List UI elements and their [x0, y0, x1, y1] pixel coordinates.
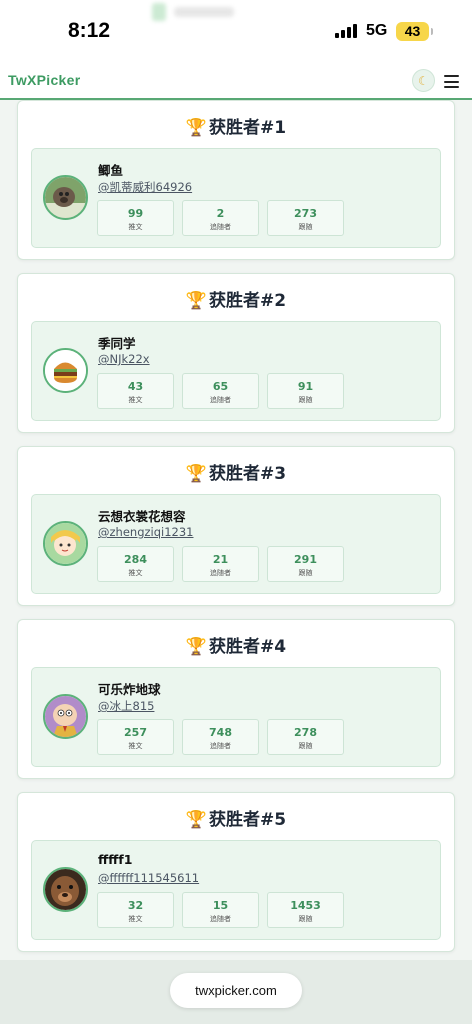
- winner-title: 🏆 获胜者#4: [185, 637, 287, 657]
- avatar[interactable]: [43, 175, 88, 220]
- stat-following: 291 跟随: [267, 546, 344, 582]
- stat-followers: 748 追随者: [182, 719, 259, 755]
- winner-card: 🏆 获胜者#1 鲫鱼 @凯蒂威利64926 99 推文 2 追随者 273 跟随: [17, 100, 455, 260]
- user-handle-link[interactable]: @NJk22x: [98, 352, 150, 366]
- trophy-icon: 🏆: [185, 464, 208, 484]
- stat-following: 278 跟随: [267, 719, 344, 755]
- avatar[interactable]: [43, 521, 88, 566]
- winner-title: 🏆 获胜者#3: [185, 464, 287, 484]
- trophy-icon: 🏆: [185, 637, 208, 657]
- winner-card: 🏆 获胜者#5 fffff1 @ffffff111545611 32 推文 15 追随…: [17, 792, 455, 952]
- username: 季同学: [98, 336, 136, 351]
- notification-indicator: [152, 2, 242, 22]
- winner-title: 🏆 获胜者#2: [185, 291, 287, 311]
- username: 云想衣裳花想容: [98, 509, 186, 524]
- avatar[interactable]: [43, 694, 88, 739]
- winner-title: 🏆 获胜者#5: [185, 810, 287, 830]
- trophy-icon: 🏆: [185, 291, 208, 311]
- winner-profile: fffff1 @ffffff111545611 32 推文 15 追随者 1453 跟…: [31, 840, 441, 940]
- moon-icon[interactable]: ☾: [412, 69, 435, 92]
- stat-tweets: 99 推文: [97, 200, 174, 236]
- stat-tweets: 257 推文: [97, 719, 174, 755]
- winner-title: 🏆 获胜者#1: [185, 118, 287, 138]
- navbar: TwXPicker ☾: [0, 62, 472, 100]
- user-handle-link[interactable]: @zhengziqi1231: [98, 525, 193, 539]
- status-bar: 8:12 5G 43: [0, 0, 472, 62]
- signal-icon: [335, 24, 357, 38]
- winner-profile: 云想衣裳花想容 @zhengziqi1231 284 推文 21 追随者 291 跟随: [31, 494, 441, 594]
- status-time: 8:12: [68, 19, 111, 42]
- browser-bottom-bar: twxpicker.com: [0, 960, 472, 1024]
- trophy-icon: 🏆: [185, 118, 208, 138]
- avatar[interactable]: [43, 348, 88, 393]
- stat-followers: 65 追随者: [182, 373, 259, 409]
- stat-followers: 2 追随者: [182, 200, 259, 236]
- brand-logo[interactable]: TwXPicker: [8, 72, 80, 88]
- username: 可乐炸地球: [98, 682, 161, 697]
- hamburger-menu-icon[interactable]: [444, 75, 459, 88]
- user-handle-link[interactable]: @凯蒂威利64926: [98, 179, 192, 195]
- stat-tweets: 284 推文: [97, 546, 174, 582]
- user-handle-link[interactable]: @ffffff111545611: [98, 871, 199, 885]
- winner-profile: 鲫鱼 @凯蒂威利64926 99 推文 2 追随者 273 跟随: [31, 148, 441, 248]
- stat-followers: 21 追随者: [182, 546, 259, 582]
- winner-profile: 季同学 @NJk22x 43 推文 65 追随者 91 跟随: [31, 321, 441, 421]
- avatar[interactable]: [43, 867, 88, 912]
- stat-following: 1453 跟随: [267, 892, 344, 928]
- winners-list: 🏆 获胜者#1 鲫鱼 @凯蒂威利64926 99 推文 2 追随者 273 跟随 🏆 获胜…: [0, 100, 472, 960]
- stat-followers: 15 追随者: [182, 892, 259, 928]
- user-handle-link[interactable]: @冰上815: [98, 698, 154, 714]
- address-bar[interactable]: twxpicker.com: [170, 973, 302, 1008]
- winner-card: 🏆 获胜者#4 可乐炸地球 @冰上815 257 推文 748 追随者 278 跟随: [17, 619, 455, 779]
- stat-following: 91 跟随: [267, 373, 344, 409]
- username: fffff1: [98, 852, 133, 867]
- trophy-icon: 🏆: [185, 810, 208, 830]
- stat-tweets: 32 推文: [97, 892, 174, 928]
- stat-tweets: 43 推文: [97, 373, 174, 409]
- winner-profile: 可乐炸地球 @冰上815 257 推文 748 追随者 278 跟随: [31, 667, 441, 767]
- stat-following: 273 跟随: [267, 200, 344, 236]
- winner-card: 🏆 获胜者#3 云想衣裳花想容 @zhengziqi1231 284 推文 21 追随…: [17, 446, 455, 606]
- battery-icon: 43: [396, 22, 433, 41]
- network-type: 5G: [366, 22, 388, 39]
- username: 鲫鱼: [98, 163, 124, 178]
- winner-card: 🏆 获胜者#2 季同学 @NJk22x 43 推文 65 追随者 91 跟随: [17, 273, 455, 433]
